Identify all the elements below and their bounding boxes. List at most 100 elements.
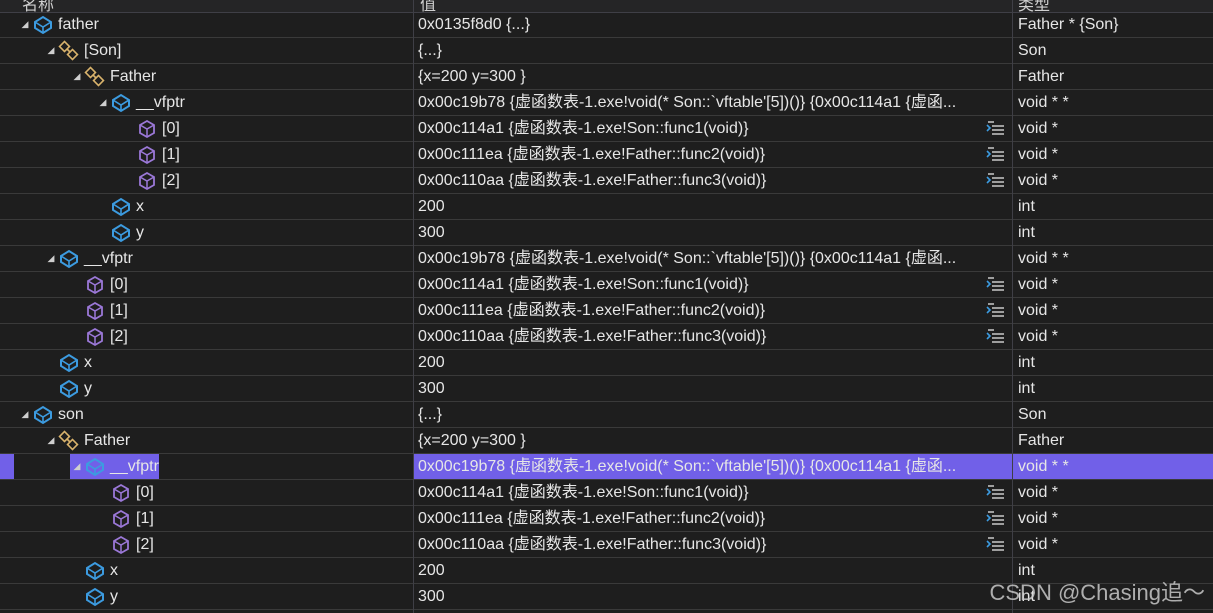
- name-cell[interactable]: ◢ __vfptr: [14, 454, 413, 479]
- value-cell[interactable]: 0x00c110aa {虚函数表-1.exe!Father::func3(voi…: [414, 532, 1012, 557]
- name-cell[interactable]: y: [14, 376, 413, 401]
- name-cell[interactable]: [2]: [14, 168, 413, 193]
- name-content: [0]: [70, 272, 128, 297]
- visualizer-icon[interactable]: [986, 302, 1006, 320]
- tree-row[interactable]: [1] 0x00c111ea {虚函数表-1.exe!Father::func2(…: [0, 298, 1213, 324]
- name-cell[interactable]: [1]: [14, 142, 413, 167]
- name-cell[interactable]: x: [14, 194, 413, 219]
- value-cell[interactable]: 0x00c19b78 {虚函数表-1.exe!void(* Son::`vfta…: [414, 246, 1012, 271]
- collapse-arrow-icon[interactable]: ◢: [70, 71, 84, 82]
- tree-row[interactable]: ◢ __vfptr 0x00c19b78 {虚函数表-1.exe!void(* So…: [0, 454, 1213, 480]
- tree-row[interactable]: [1] 0x00c111ea {虚函数表-1.exe!Father::func2(…: [0, 142, 1213, 168]
- name-content: ◢ father: [18, 12, 99, 37]
- collapse-arrow-icon[interactable]: ◢: [44, 45, 58, 56]
- variable-value: 200: [418, 562, 445, 579]
- name-cell[interactable]: ◢ Father: [14, 64, 413, 89]
- name-cell[interactable]: [1]: [14, 506, 413, 531]
- tree-row[interactable]: [2] 0x00c110aa {虚函数表-1.exe!Father::func3(…: [0, 168, 1213, 194]
- value-cell[interactable]: 0x00c19b78 {虚函数表-1.exe!void(* Son::`vfta…: [414, 454, 1012, 479]
- tree-row[interactable]: [0] 0x00c114a1 {虚函数表-1.exe!Son::func1(voi…: [0, 480, 1213, 506]
- value-cell[interactable]: 200: [414, 558, 1012, 583]
- value-cell[interactable]: 0x0135f8d0 {...}: [414, 12, 1012, 37]
- visualizer-icon[interactable]: [986, 276, 1006, 294]
- type-cell: void *: [1013, 298, 1213, 323]
- name-cell[interactable]: x: [14, 350, 413, 375]
- variable-name: [1]: [110, 302, 128, 319]
- type-cell: void * *: [1013, 246, 1213, 271]
- visualizer-icon[interactable]: [986, 328, 1006, 346]
- tree-row[interactable]: ◢ Father {x=200 y=300 } Father: [0, 64, 1213, 90]
- tree-row[interactable]: [0] 0x00c114a1 {虚函数表-1.exe!Son::func1(voi…: [0, 272, 1213, 298]
- tree-row[interactable]: x 200 int: [0, 350, 1213, 376]
- value-cell[interactable]: 0x00c111ea {虚函数表-1.exe!Father::func2(voi…: [414, 298, 1012, 323]
- value-cell[interactable]: 0x00c114a1 {虚函数表-1.exe!Son::func1(void)}: [414, 116, 1012, 141]
- tree-row[interactable]: ◢ son {...} Son: [0, 402, 1213, 428]
- visualizer-icon[interactable]: [986, 172, 1006, 190]
- tree-row[interactable]: ◢ __vfptr 0x00c19b78 {虚函数表-1.exe!void(* So…: [0, 246, 1213, 272]
- name-cell[interactable]: ◢ [Son]: [14, 38, 413, 63]
- base-class-icon: [58, 39, 80, 62]
- value-cell[interactable]: 0x00c110aa {虚函数表-1.exe!Father::func3(voi…: [414, 324, 1012, 349]
- value-cell[interactable]: 0x00c110aa {虚函数表-1.exe!Father::func3(voi…: [414, 168, 1012, 193]
- name-cell[interactable]: ◢ Father: [14, 428, 413, 453]
- name-cell[interactable]: ◢ father: [14, 12, 413, 37]
- name-cell[interactable]: [2]: [14, 532, 413, 557]
- tree-row[interactable]: ◢ [Son] {...} Son: [0, 38, 1213, 64]
- value-cell[interactable]: {...}: [414, 402, 1012, 427]
- collapse-arrow-icon[interactable]: ◢: [96, 97, 110, 108]
- value-cell[interactable]: 200: [414, 350, 1012, 375]
- tree-row[interactable]: y 300 int: [0, 220, 1213, 246]
- name-cell[interactable]: ◢ __vfptr: [14, 90, 413, 115]
- type-cell: int: [1013, 376, 1213, 401]
- name-cell[interactable]: y: [14, 220, 413, 245]
- tree-row[interactable]: ◢ father 0x0135f8d0 {...} Father * {Son}: [0, 12, 1213, 38]
- field-icon: [58, 352, 80, 374]
- collapse-arrow-icon[interactable]: ◢: [44, 253, 58, 264]
- variable-type: Son: [1018, 42, 1047, 59]
- name-content: ◢ [Son]: [44, 38, 121, 63]
- member-icon: [110, 534, 132, 556]
- value-cell[interactable]: 0x00c111ea {虚函数表-1.exe!Father::func2(voi…: [414, 506, 1012, 531]
- tree-row[interactable]: x 200 int: [0, 194, 1213, 220]
- value-cell[interactable]: {x=200 y=300 }: [414, 64, 1012, 89]
- value-cell[interactable]: 300: [414, 220, 1012, 245]
- value-cell[interactable]: {...}: [414, 38, 1012, 63]
- name-content: ◢ __vfptr: [44, 246, 133, 271]
- name-cell[interactable]: [2]: [14, 324, 413, 349]
- type-cell: void * *: [1013, 454, 1213, 479]
- tree-row[interactable]: y 300 int: [0, 376, 1213, 402]
- name-cell[interactable]: y: [14, 584, 413, 609]
- value-cell[interactable]: 0x00c114a1 {虚函数表-1.exe!Son::func1(void)}: [414, 480, 1012, 505]
- tree-row[interactable]: [0] 0x00c114a1 {虚函数表-1.exe!Son::func1(voi…: [0, 116, 1213, 142]
- visualizer-icon[interactable]: [986, 510, 1006, 528]
- visualizer-icon[interactable]: [986, 120, 1006, 138]
- field-icon: [84, 586, 106, 608]
- value-cell[interactable]: 200: [414, 194, 1012, 219]
- name-cell[interactable]: [0]: [14, 272, 413, 297]
- column-divider: [413, 0, 414, 613]
- name-cell[interactable]: [1]: [14, 298, 413, 323]
- value-cell[interactable]: 300: [414, 584, 1012, 609]
- value-cell[interactable]: 0x00c111ea {虚函数表-1.exe!Father::func2(voi…: [414, 142, 1012, 167]
- value-cell[interactable]: 300: [414, 376, 1012, 401]
- value-cell[interactable]: 0x00c114a1 {虚函数表-1.exe!Son::func1(void)}: [414, 272, 1012, 297]
- tree-row[interactable]: [1] 0x00c111ea {虚函数表-1.exe!Father::func2(…: [0, 506, 1213, 532]
- name-cell[interactable]: x: [14, 558, 413, 583]
- visualizer-icon[interactable]: [986, 484, 1006, 502]
- visualizer-icon[interactable]: [986, 536, 1006, 554]
- collapse-arrow-icon[interactable]: ◢: [18, 19, 32, 30]
- collapse-arrow-icon[interactable]: ◢: [18, 409, 32, 420]
- tree-row[interactable]: [2] 0x00c110aa {虚函数表-1.exe!Father::func3(…: [0, 324, 1213, 350]
- name-cell[interactable]: [0]: [14, 480, 413, 505]
- collapse-arrow-icon[interactable]: ◢: [70, 461, 84, 472]
- value-cell[interactable]: {x=200 y=300 }: [414, 428, 1012, 453]
- value-cell[interactable]: 0x00c19b78 {虚函数表-1.exe!void(* Son::`vfta…: [414, 90, 1012, 115]
- visualizer-icon[interactable]: [986, 146, 1006, 164]
- name-cell[interactable]: ◢ __vfptr: [14, 246, 413, 271]
- collapse-arrow-icon[interactable]: ◢: [44, 435, 58, 446]
- tree-row[interactable]: ◢ Father {x=200 y=300 } Father: [0, 428, 1213, 454]
- tree-row[interactable]: ◢ __vfptr 0x00c19b78 {虚函数表-1.exe!void(* So…: [0, 90, 1213, 116]
- name-cell[interactable]: ◢ son: [14, 402, 413, 427]
- name-cell[interactable]: [0]: [14, 116, 413, 141]
- tree-row[interactable]: [2] 0x00c110aa {虚函数表-1.exe!Father::func3(…: [0, 532, 1213, 558]
